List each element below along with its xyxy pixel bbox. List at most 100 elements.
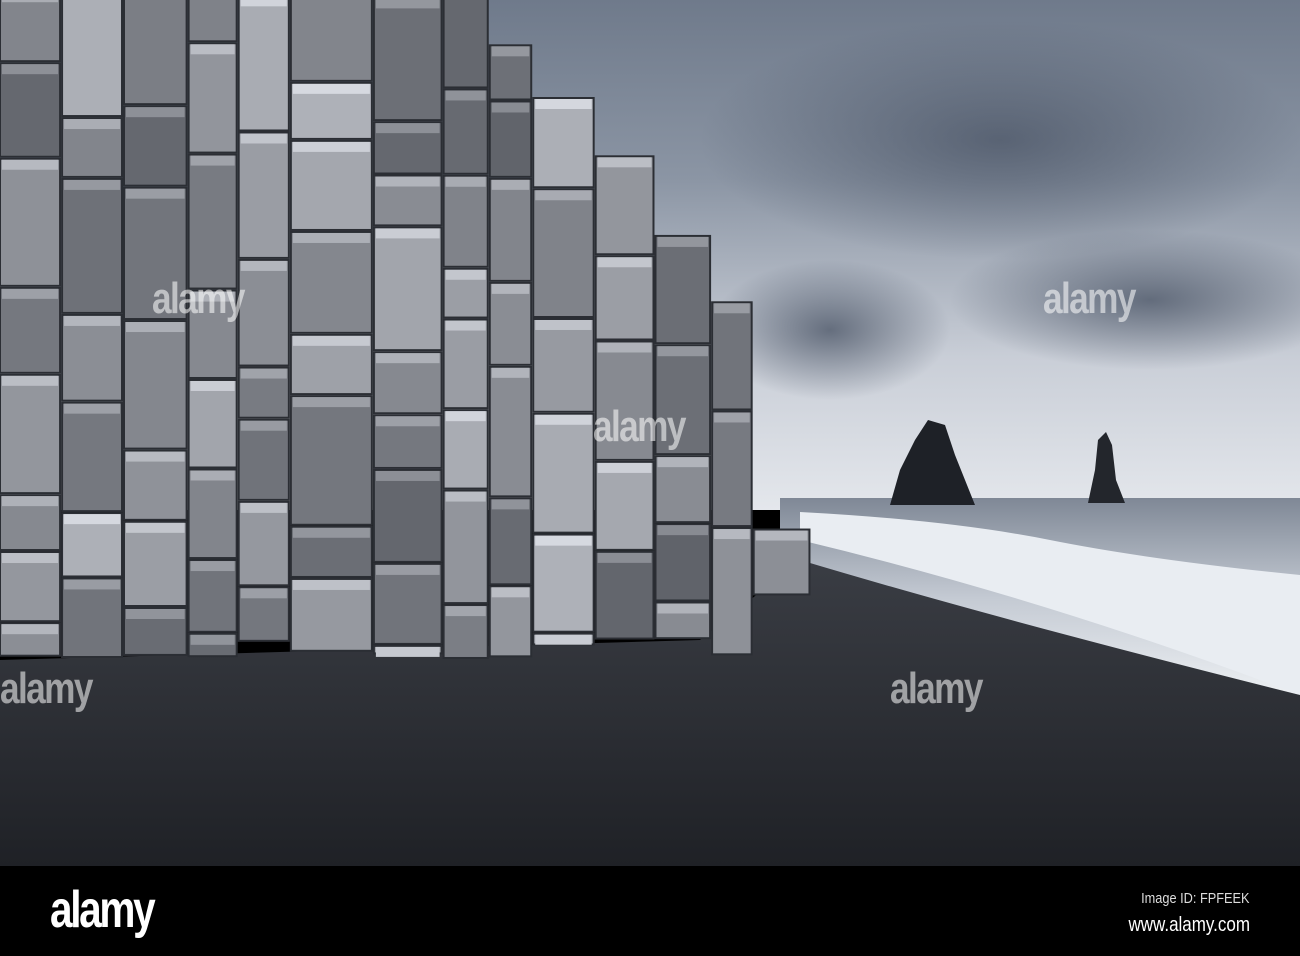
basalt-column-top: [240, 502, 287, 513]
basalt-column-top: [190, 634, 235, 645]
basalt-column-block: [488, 497, 533, 586]
basalt-column-top: [535, 535, 592, 546]
basalt-column-top: [2, 553, 59, 564]
basalt-column-top: [375, 470, 440, 481]
watermark: alamy: [152, 274, 245, 323]
basalt-column-top: [64, 403, 120, 414]
basalt-column-block: [711, 410, 753, 528]
website-link[interactable]: www.alamy.com: [1128, 914, 1250, 937]
basalt-column-top: [125, 451, 185, 462]
basalt-column-block: [0, 0, 62, 63]
basalt-column-block: [122, 520, 188, 608]
basalt-column-block: [122, 105, 188, 187]
basalt-column-top: [714, 412, 750, 423]
basalt-column-block: [61, 0, 123, 118]
basalt-column-block: [488, 177, 533, 282]
basalt-column-block: [289, 395, 373, 526]
basalt-column-top: [125, 107, 185, 118]
basalt-column-top: [657, 457, 709, 468]
basalt-column-block: [237, 0, 290, 132]
basalt-column-top: [535, 319, 592, 330]
basalt-column-top: [2, 496, 59, 507]
image-id: Image ID: FPFEEK: [1141, 890, 1250, 907]
basalt-column-block: [488, 100, 533, 178]
basalt-column-top: [597, 342, 652, 353]
basalt-column-top: [125, 609, 185, 620]
basalt-column-top: [292, 232, 370, 243]
basalt-column-block: [237, 418, 290, 501]
basalt-column-block: [442, 0, 489, 89]
watermark: alamy: [593, 402, 686, 451]
basalt-column-block: [289, 139, 373, 231]
basalt-column-top: [292, 397, 370, 408]
basalt-column-top: [240, 420, 287, 431]
basalt-column-block: [187, 378, 238, 469]
basalt-column-top: [64, 179, 120, 190]
basalt-column-top: [240, 260, 287, 271]
basalt-column-block: [0, 373, 62, 495]
basalt-column-top: [535, 99, 592, 110]
basalt-column-block: [654, 523, 712, 602]
basalt-column-top: [445, 491, 486, 502]
basalt-column-top: [445, 411, 486, 422]
basalt-column-top: [657, 525, 709, 536]
alamy-logo[interactable]: alamy: [50, 880, 156, 940]
basalt-column-block: [711, 527, 753, 656]
basalt-column-top: [64, 119, 120, 130]
basalt-column-top: [445, 176, 486, 187]
basalt-column-block: [594, 155, 655, 256]
basalt-column-block: [594, 460, 655, 551]
basalt-column-block: [187, 468, 238, 560]
basalt-column-top: [2, 375, 59, 386]
basalt-column-top: [491, 102, 530, 113]
basalt-column-top: [445, 320, 486, 331]
basalt-column-top: [597, 462, 652, 473]
basalt-column-top: [64, 514, 120, 525]
basalt-column-block: [532, 97, 595, 189]
basalt-column-top: [491, 499, 530, 510]
basalt-column-top: [240, 133, 287, 144]
basalt-column-top: [2, 64, 59, 75]
basalt-column-block: [61, 313, 123, 402]
basalt-column-top: [535, 190, 592, 201]
basalt-column-top: [714, 529, 750, 540]
basalt-column-block: [532, 412, 595, 534]
basalt-column-top: [240, 588, 287, 599]
basalt-column-block: [442, 409, 489, 490]
basalt-column-top: [597, 552, 652, 563]
watermark: alamy: [1043, 274, 1136, 323]
basalt-column-top: [190, 470, 235, 481]
basalt-column-top: [375, 0, 440, 9]
dark-cloud: [700, 20, 1300, 260]
basalt-column-top: [491, 283, 530, 294]
basalt-column-top: [292, 335, 370, 346]
basalt-column-top: [2, 159, 59, 170]
basalt-column-top: [445, 606, 486, 617]
basalt-column-block: [594, 255, 655, 341]
basalt-column-top: [2, 624, 59, 635]
basalt-column-block: [237, 258, 290, 367]
basalt-column-block: [372, 562, 443, 645]
basalt-column-top: [535, 634, 592, 645]
basalt-column-top: [375, 646, 440, 657]
basalt-column-top: [190, 380, 235, 391]
basalt-column-block: [532, 188, 595, 318]
basalt-column-block: [187, 0, 238, 43]
basalt-column-block: [289, 0, 373, 82]
basalt-column-top: [292, 527, 370, 538]
basalt-column-top: [125, 188, 185, 199]
basalt-column-block: [442, 489, 489, 605]
basalt-column-block: [442, 318, 489, 410]
basalt-column-block: [488, 281, 533, 366]
basalt-column-top: [714, 303, 750, 314]
basalt-column-block: [61, 577, 123, 658]
basalt-column-block: [442, 88, 489, 175]
basalt-column-top: [491, 587, 530, 598]
basalt-column-top: [190, 155, 235, 166]
watermark: alamy: [0, 664, 93, 713]
basalt-column-top: [375, 353, 440, 364]
basalt-column-top: [375, 123, 440, 134]
footer-bar: alamy Image ID: FPFEEK www.alamy.com: [0, 866, 1300, 956]
basalt-column-block: [237, 131, 290, 259]
basalt-column-block: [372, 468, 443, 563]
